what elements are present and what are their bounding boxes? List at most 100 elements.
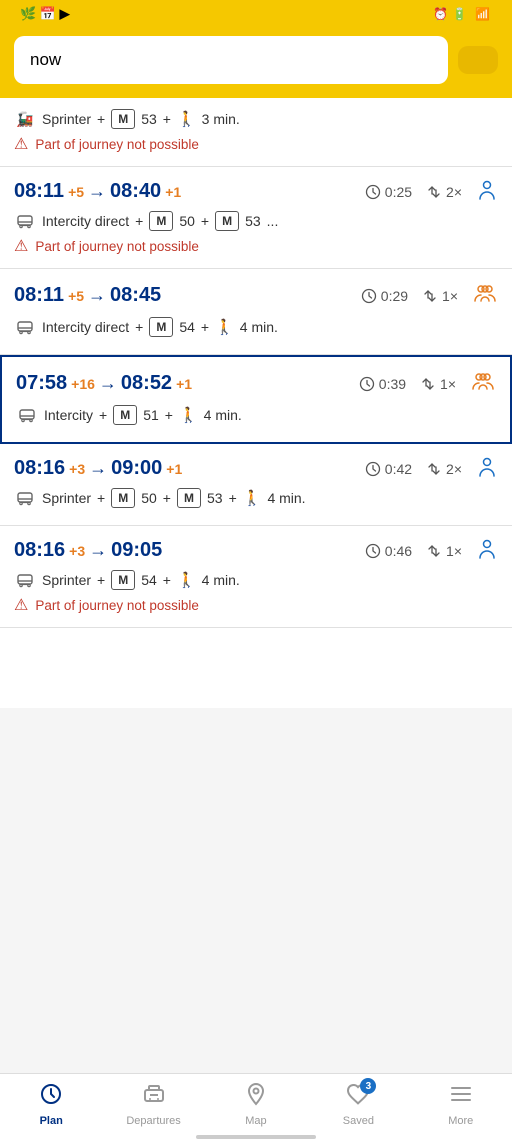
transport-row: Intercity direct + M 50+M 53 ... <box>14 210 498 232</box>
arr-time: 08:40 <box>110 180 161 203</box>
meta-row: 0:39 1× <box>359 369 496 398</box>
duration: 0:29 <box>381 288 408 304</box>
duration: 0:46 <box>385 543 412 559</box>
saved-icon: 3 <box>346 1082 370 1112</box>
journey-card-0[interactable]: 08:11 +5 → 08:40 +1 0:25 <box>0 167 512 269</box>
person-icon <box>472 281 498 310</box>
train-icon <box>14 487 36 509</box>
plan-icon <box>39 1082 63 1112</box>
metro-badge: M <box>149 317 173 337</box>
transport-row: Sprinter + M 54 +🚶4 min. <box>14 569 498 591</box>
person-icon <box>476 538 498 563</box>
duration-item: 0:42 <box>365 461 412 477</box>
departure-value: now <box>30 50 61 69</box>
transfers: 1× <box>442 288 458 304</box>
walk-time: 4 min. <box>204 407 242 423</box>
bottom-nav: Plan Departures Map 3 <box>0 1073 512 1143</box>
train-icon <box>14 569 36 591</box>
meta-row: 0:29 1× <box>361 281 498 310</box>
duration: 0:25 <box>385 184 412 200</box>
transport-row: Intercity + M 51 +🚶4 min. <box>16 404 496 426</box>
status-right: ⏰ 🔋 📶 <box>433 7 498 21</box>
transport-name: Sprinter <box>42 572 91 588</box>
journey-times: 08:11 +5 → 08:40 +1 <box>14 180 181 203</box>
journey-times: 08:16 +3 → 09:00 +1 <box>14 457 182 480</box>
transfers: 1× <box>446 543 462 559</box>
warning-text: Part of journey not possible <box>35 239 199 254</box>
journey-list: 🚂 Sprinter + M 53 + 🚶 3 min. ⚠ Part of j… <box>0 98 512 708</box>
meta-row: 0:42 2× <box>365 456 498 481</box>
journey-card-4[interactable]: 08:16 +3 → 09:05 0:46 <box>0 526 512 628</box>
arrow-icon: → <box>89 540 107 561</box>
nav-map-label: Map <box>245 1115 266 1127</box>
transfers-item: 1× <box>422 288 458 304</box>
dep-time: 08:11 <box>14 284 64 307</box>
duration-item: 0:39 <box>359 376 406 392</box>
transport-name: Intercity direct <box>42 213 129 229</box>
journey-times: 08:16 +3 → 09:05 <box>14 539 162 562</box>
metro-num: 54 <box>141 572 157 588</box>
duration-item: 0:25 <box>365 184 412 200</box>
transport-row: 🚂 Sprinter + M 53 + 🚶 3 min. <box>14 108 498 130</box>
arrow-icon: → <box>89 458 107 479</box>
warning-triangle-icon: ⚠ <box>14 595 28 615</box>
metro-badge: M <box>149 211 173 231</box>
metro-num: 50 <box>179 213 195 229</box>
nav-saved[interactable]: 3 Saved <box>318 1082 398 1127</box>
journey-card-3[interactable]: 08:16 +3 → 09:00 +1 0:42 <box>0 444 512 526</box>
nav-map[interactable]: Map <box>216 1082 296 1127</box>
transfers-item: 2× <box>426 461 462 477</box>
transport-row: Sprinter + M 50+M 53 +🚶4 min. <box>14 487 498 509</box>
nav-plan-label: Plan <box>40 1115 63 1127</box>
journey-card-2[interactable]: 07:58 +16 → 08:52 +1 0:39 <box>0 355 512 444</box>
status-left: 🌿 📅 ▶ <box>14 6 70 22</box>
dep-time: 08:11 <box>14 180 64 203</box>
metro-num: 53 <box>245 213 261 229</box>
person-icon <box>470 369 496 398</box>
arr-time: 08:52 <box>121 372 172 395</box>
walk-time: 4 min. <box>202 572 240 588</box>
time-row: 08:11 +5 → 08:45 0:29 <box>14 281 498 310</box>
transfers-item: 1× <box>426 543 462 559</box>
metro-badge: M <box>113 405 137 425</box>
warning-row: ⚠ Part of journey not possible <box>14 236 498 256</box>
train-icon <box>14 210 36 232</box>
transfers-item: 1× <box>420 376 456 392</box>
departure-box[interactable]: now <box>14 36 448 84</box>
nav-saved-label: Saved <box>343 1115 374 1127</box>
metro-badge: M <box>215 211 239 231</box>
alarm-icon: ⏰ <box>433 7 448 21</box>
time-row: 08:16 +3 → 09:05 0:46 <box>14 538 498 563</box>
journey-times: 07:58 +16 → 08:52 +1 <box>16 372 192 395</box>
map-icon <box>244 1082 268 1112</box>
duration: 0:39 <box>379 376 406 392</box>
transfers: 2× <box>446 184 462 200</box>
train-icon: 🚂 <box>14 108 36 130</box>
arr-time: 09:05 <box>111 539 162 562</box>
walk-icon: 🚶 <box>243 489 262 507</box>
nav-departures[interactable]: Departures <box>114 1082 194 1127</box>
dep-delay: +5 <box>68 184 84 200</box>
arrow-icon: → <box>88 181 106 202</box>
arr-time: 09:00 <box>111 457 162 480</box>
saved-badge: 3 <box>360 1078 376 1094</box>
train-icon <box>14 316 36 338</box>
journey-card-1[interactable]: 08:11 +5 → 08:45 0:29 <box>0 269 512 355</box>
nav-plan[interactable]: Plan <box>11 1082 91 1127</box>
journey-cards-container: 08:11 +5 → 08:40 +1 0:25 <box>0 167 512 628</box>
metro-num: 51 <box>143 407 159 423</box>
metro-badge: M <box>111 488 135 508</box>
nav-more[interactable]: More <box>421 1082 501 1127</box>
arr-delay: +1 <box>166 461 182 477</box>
partial-journey-card[interactable]: 🚂 Sprinter + M 53 + 🚶 3 min. ⚠ Part of j… <box>0 98 512 167</box>
person-icon <box>476 179 498 204</box>
transport-name: Intercity direct <box>42 319 129 335</box>
metro-badge-M: M <box>111 109 135 129</box>
warning-triangle-icon: ⚠ <box>14 134 28 154</box>
meta-row: 0:46 1× <box>365 538 498 563</box>
metro-num: 53 <box>141 111 157 127</box>
walk-icon: 🚶 <box>177 571 196 589</box>
options-button[interactable] <box>458 46 498 74</box>
dep-delay: +3 <box>69 461 85 477</box>
walk-icon: 🚶 <box>215 318 234 336</box>
